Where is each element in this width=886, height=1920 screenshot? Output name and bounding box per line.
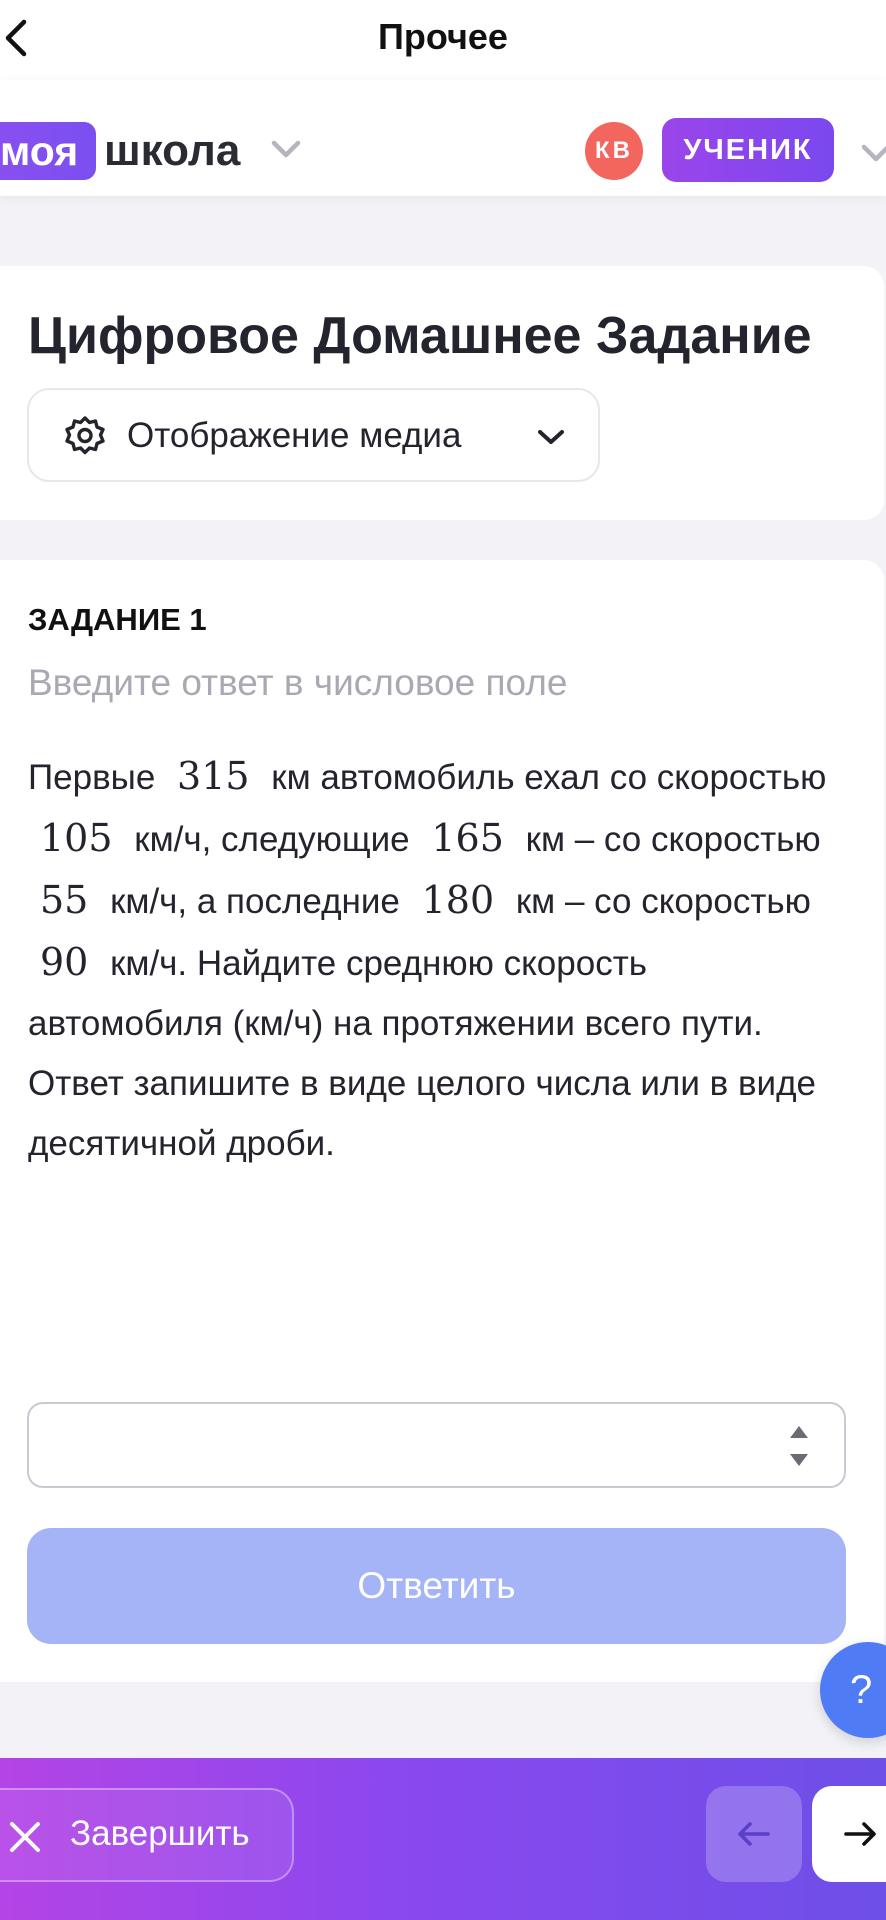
task-text-part: км – со скоростью [506, 882, 811, 921]
task-number: 180 [421, 878, 495, 922]
media-dropdown-label: Отображение медиа [127, 416, 462, 455]
number-stepper-icon[interactable] [785, 1420, 813, 1472]
role-badge[interactable]: УЧЕНИК [662, 118, 834, 182]
page-title: Цифровое Домашнее Задание [28, 307, 812, 365]
task-card: ЗАДАНИЕ 1 Введите ответ в числовое поле … [0, 560, 884, 1682]
chevron-down-icon[interactable] [858, 140, 886, 166]
task-heading: ЗАДАНИЕ 1 [28, 602, 207, 637]
task-number: 90 [40, 940, 89, 984]
task-text-part: Первые [28, 758, 166, 797]
arrow-left-icon [738, 1822, 770, 1846]
task-text-part: км/ч, а последние [100, 882, 410, 921]
task-text-part: км автомобиль ехал со скоростью [261, 758, 827, 797]
next-task-button[interactable] [812, 1786, 886, 1882]
task-number: 105 [40, 816, 113, 860]
close-icon [10, 1822, 40, 1852]
task-text: Первые 315 км автомобиль ехал со скорост… [28, 746, 848, 1174]
submit-answer-button[interactable]: Ответить [27, 1528, 846, 1644]
task-text-part: км/ч, следующие [124, 820, 420, 859]
logo-text[interactable]: школа [104, 122, 240, 180]
previous-task-button[interactable] [706, 1786, 802, 1882]
answer-input[interactable] [49, 1418, 769, 1472]
task-text-part: км – со скоростью [515, 820, 821, 859]
media-display-dropdown[interactable]: Отображение медиа [27, 388, 600, 482]
task-number: 165 [431, 816, 504, 860]
task-number: 315 [177, 754, 250, 798]
chevron-down-icon [538, 430, 564, 444]
bottom-bar: Завершить [0, 1758, 886, 1920]
logo-badge[interactable]: моя [0, 122, 97, 180]
answer-number-field[interactable] [27, 1402, 846, 1488]
top-nav-bar: Прочее [0, 0, 886, 80]
arrow-right-icon [844, 1822, 876, 1846]
nav-title: Прочее [378, 16, 508, 57]
chevron-down-icon[interactable] [268, 136, 304, 162]
finish-button[interactable]: Завершить [0, 1788, 294, 1882]
gear-icon [65, 416, 105, 455]
title-card: Цифровое Домашнее Задание Отображение ме… [0, 266, 884, 520]
task-number: 55 [40, 878, 89, 922]
finish-label: Завершить [70, 1814, 250, 1853]
task-text-part: км/ч. Найдите среднюю скорость автомобил… [28, 944, 816, 1163]
avatar[interactable]: КВ [585, 122, 643, 180]
task-hint: Введите ответ в числовое поле [28, 662, 568, 703]
